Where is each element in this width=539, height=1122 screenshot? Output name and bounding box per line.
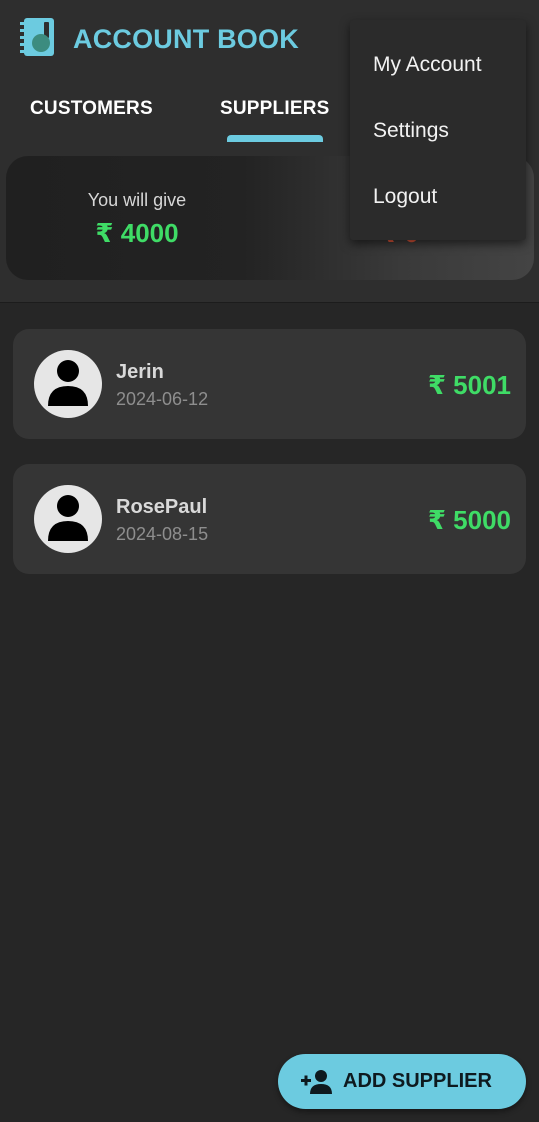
tab-customers[interactable]: CUSTOMERS xyxy=(30,98,153,120)
add-supplier-button[interactable]: ADD SUPPLIER xyxy=(278,1054,526,1109)
tab-suppliers[interactable]: SUPPLIERS xyxy=(220,98,330,120)
give-label: You will give xyxy=(87,190,187,210)
menu-item-settings[interactable]: Settings xyxy=(373,119,449,143)
supplier-date: 2024-08-15 xyxy=(116,524,209,544)
overflow-menu: My Account Settings Logout xyxy=(350,20,526,240)
supplier-list-item[interactable]: Jerin 2024-06-12 ₹ 5001 xyxy=(13,329,526,439)
add-person-icon xyxy=(301,1070,332,1094)
tab-indicator xyxy=(227,135,323,142)
supplier-name: RosePaul xyxy=(116,496,208,518)
person-icon xyxy=(34,485,102,553)
app-title: ACCOUNT BOOK xyxy=(73,24,299,54)
book-icon xyxy=(20,18,54,56)
supplier-amount: ₹ 5001 xyxy=(427,370,511,400)
supplier-list-item[interactable]: RosePaul 2024-08-15 ₹ 5000 xyxy=(13,464,526,574)
menu-item-logout[interactable]: Logout xyxy=(373,185,437,209)
supplier-name: Jerin xyxy=(116,361,164,383)
add-supplier-label: ADD SUPPLIER xyxy=(343,1070,492,1092)
menu-item-my-account[interactable]: My Account xyxy=(373,53,482,77)
person-icon xyxy=(34,350,102,418)
supplier-date: 2024-06-12 xyxy=(116,389,209,409)
give-amount: ₹ 4000 xyxy=(95,218,179,248)
supplier-amount: ₹ 5000 xyxy=(427,505,511,535)
